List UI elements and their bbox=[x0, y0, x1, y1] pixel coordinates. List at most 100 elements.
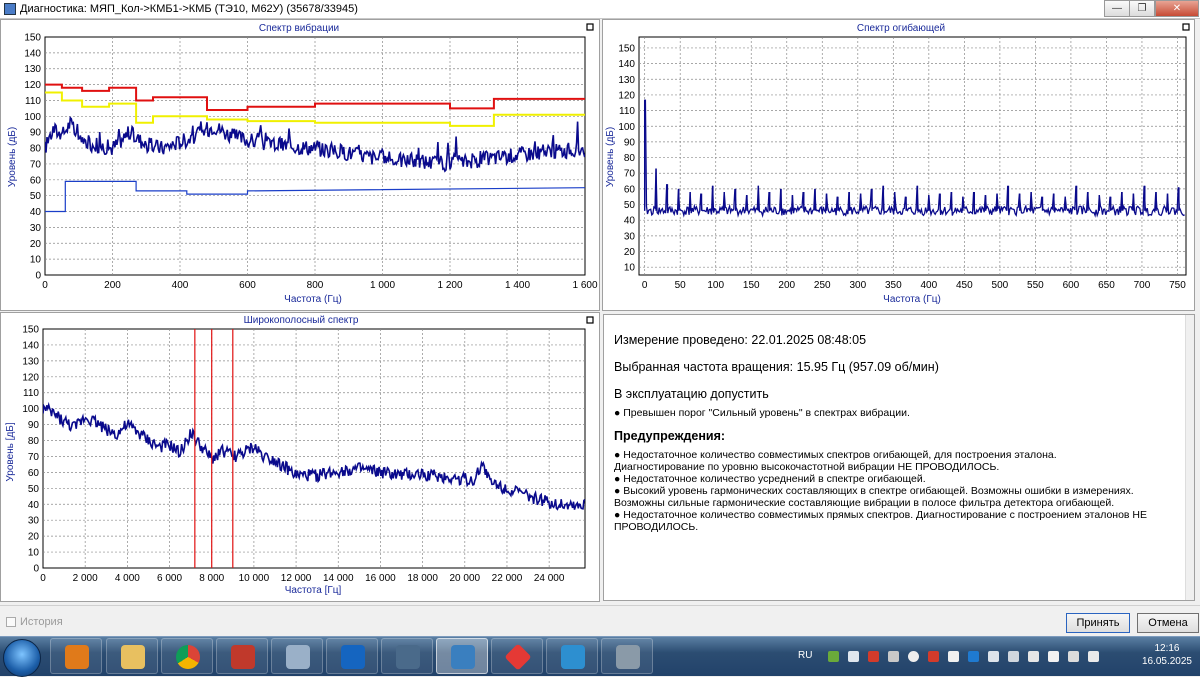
taskbar-clock[interactable]: 12:16 16.05.2025 bbox=[1142, 642, 1192, 668]
tray-speaker-icon[interactable] bbox=[1088, 651, 1099, 662]
broadband-spectrum-panel: Широкополосный спектр 0 2 000 4 000 6 000 8 … bbox=[0, 312, 600, 602]
warning-item: ● Высокий уровень гармонических составля… bbox=[614, 485, 1134, 497]
x-tick-label: 0 bbox=[642, 280, 648, 291]
y-tick-label: 110 bbox=[619, 106, 635, 117]
chart-title: Широкополосный спектр bbox=[244, 315, 359, 326]
tray-volume-icon[interactable] bbox=[1028, 651, 1039, 662]
x-tick-label: 20 000 bbox=[449, 573, 480, 584]
windows-taskbar: RU 12:16 16.05.2025 bbox=[0, 636, 1200, 677]
envelope-spectrum-chart[interactable]: Спектр огибающей 0 50 100 150 200 250 300 350 40… bbox=[603, 20, 1194, 310]
x-tick-label: 0 bbox=[40, 573, 46, 584]
x-tick-label: 6 000 bbox=[157, 573, 182, 584]
x-tick-label: 2 000 bbox=[73, 573, 98, 584]
x-tick-label: 450 bbox=[956, 280, 973, 291]
tray-tool-icon[interactable] bbox=[948, 651, 959, 662]
broadband-spectrum-chart[interactable]: Широкополосный спектр 0 2 000 4 000 6 000 8 … bbox=[1, 313, 599, 601]
taskbar-chrome[interactable] bbox=[161, 638, 213, 674]
x-tick-label: 22 000 bbox=[492, 573, 523, 584]
y-tick-label: 20 bbox=[624, 247, 636, 258]
maximize-chart-icon[interactable] bbox=[1182, 23, 1190, 31]
x-tick-label: 650 bbox=[1098, 280, 1115, 291]
taskbar-outlook[interactable] bbox=[326, 638, 378, 674]
report-scrollbar[interactable] bbox=[1185, 315, 1194, 600]
warning-item: Возможны сильные гармонические составляю… bbox=[614, 497, 1115, 509]
tray-eye-icon[interactable] bbox=[908, 651, 919, 662]
maximize-chart-icon[interactable] bbox=[586, 23, 594, 31]
y-tick-label: 110 bbox=[25, 96, 41, 107]
cancel-button[interactable]: Отмена bbox=[1137, 613, 1199, 633]
taskbar-calculator[interactable] bbox=[381, 638, 433, 674]
x-tick-label: 100 bbox=[707, 280, 724, 291]
taskbar-diagnostics-app[interactable] bbox=[436, 638, 488, 674]
start-orb-icon[interactable] bbox=[3, 639, 41, 677]
taskbar-media-player[interactable] bbox=[50, 638, 102, 674]
tray-recorder-icon[interactable] bbox=[868, 651, 879, 662]
verdict-items: ● Превышен порог "Сильный уровень" в спе… bbox=[614, 407, 1184, 419]
warning-item: ● Недостаточное количество совместимых с… bbox=[614, 449, 1057, 461]
warnings-title: Предупреждения: bbox=[614, 429, 726, 443]
x-tick-label: 1 600 bbox=[572, 280, 597, 291]
diagnostics-report-panel: Измерение проведено: 22.01.2025 08:48:05… bbox=[603, 314, 1195, 601]
y-tick-label: 30 bbox=[624, 231, 636, 242]
x-tick-label: 1 200 bbox=[437, 280, 462, 291]
tray-window-icon[interactable] bbox=[848, 651, 859, 662]
taskbar-tools-app[interactable] bbox=[601, 638, 653, 674]
taskbar-ccleaner[interactable] bbox=[216, 638, 268, 674]
accept-button[interactable]: Принять bbox=[1066, 613, 1130, 633]
y-tick-label: 140 bbox=[24, 48, 41, 59]
y-tick-label: 10 bbox=[624, 263, 636, 274]
taskbar-database-app[interactable] bbox=[271, 638, 323, 674]
y-tick-label: 120 bbox=[24, 80, 41, 91]
x-tick-label: 0 bbox=[42, 280, 48, 291]
diagnostics-app-icon bbox=[451, 645, 475, 669]
x-tick-label: 500 bbox=[992, 280, 1009, 291]
y-axis-label: Уровень (дБ) bbox=[605, 127, 616, 187]
y-tick-label: 10 bbox=[28, 548, 40, 559]
y-tick-label: 120 bbox=[22, 372, 39, 383]
warnings-list: ● Недостаточное количество совместимых с… bbox=[614, 449, 1184, 533]
chart-title: Спектр огибающей bbox=[857, 22, 945, 34]
tray-network-app-icon[interactable] bbox=[968, 651, 979, 662]
taskbar-anydesk[interactable] bbox=[491, 638, 543, 674]
clock-time: 12:16 bbox=[1154, 643, 1180, 654]
language-indicator[interactable]: RU bbox=[798, 650, 812, 661]
minimize-button[interactable]: — bbox=[1104, 0, 1130, 17]
close-button[interactable]: ✕ bbox=[1155, 0, 1199, 17]
maximize-button[interactable]: ❐ bbox=[1129, 0, 1155, 17]
x-tick-label: 600 bbox=[239, 280, 256, 291]
y-tick-label: 20 bbox=[30, 239, 42, 250]
x-tick-label: 24 000 bbox=[534, 573, 565, 584]
x-axis-label: Частота (Гц) bbox=[883, 294, 941, 305]
tray-network-icon[interactable] bbox=[1068, 651, 1079, 662]
y-axis-label: Уровень [дБ] bbox=[5, 422, 16, 481]
x-tick-label: 12 000 bbox=[281, 573, 312, 584]
tray-flag-icon[interactable] bbox=[1048, 651, 1059, 662]
anydesk-icon bbox=[504, 643, 532, 671]
maximize-chart-icon[interactable] bbox=[586, 316, 594, 324]
tray-display-icon[interactable] bbox=[988, 651, 999, 662]
x-tick-label: 350 bbox=[885, 280, 902, 291]
x-tick-label: 14 000 bbox=[323, 573, 354, 584]
y-tick-label: 70 bbox=[28, 452, 40, 463]
history-checkbox[interactable] bbox=[6, 617, 16, 627]
tray-shield-icon[interactable] bbox=[828, 651, 839, 662]
chart-title: Спектр вибрации bbox=[259, 22, 339, 34]
y-tick-label: 150 bbox=[22, 325, 39, 336]
x-tick-label: 200 bbox=[778, 280, 795, 291]
verdict: В эксплуатацию допустить bbox=[614, 387, 769, 401]
y-tick-label: 50 bbox=[30, 191, 42, 202]
y-tick-label: 80 bbox=[28, 436, 40, 447]
taskbar-scanner-app[interactable] bbox=[546, 638, 598, 674]
x-tick-label: 250 bbox=[814, 280, 831, 291]
tray-settings-icon[interactable] bbox=[888, 651, 899, 662]
tray-monitor-icon[interactable] bbox=[1008, 651, 1019, 662]
app-icon bbox=[4, 3, 16, 15]
vibration-spectrum-chart[interactable]: Спектр вибрации 0 200 400 600 800 1 000 1 200 1… bbox=[1, 20, 599, 310]
y-tick-label: 100 bbox=[618, 122, 635, 133]
plot-area bbox=[638, 36, 1187, 276]
x-tick-label: 1 000 bbox=[370, 280, 395, 291]
tray-anydesk-icon[interactable] bbox=[928, 651, 939, 662]
tools-icon bbox=[616, 645, 640, 669]
taskbar-file-explorer[interactable] bbox=[106, 638, 158, 674]
y-tick-label: 90 bbox=[28, 420, 40, 431]
